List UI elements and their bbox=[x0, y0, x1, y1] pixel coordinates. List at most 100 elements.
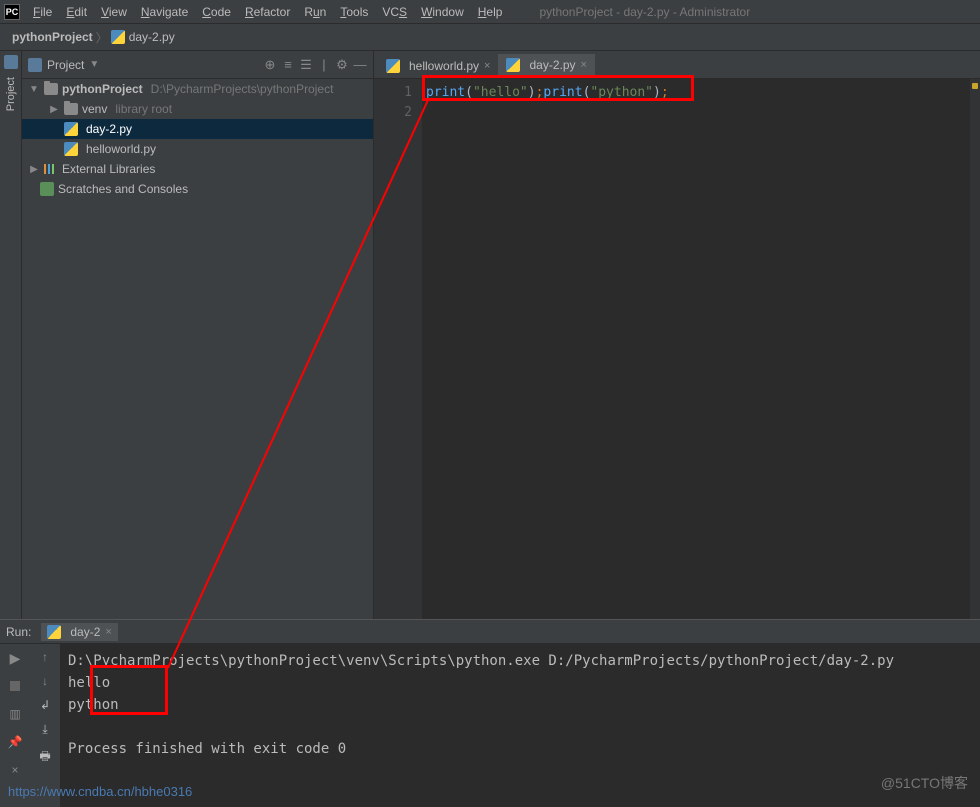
tree-scratches[interactable]: Scratches and Consoles bbox=[22, 179, 373, 199]
watermark-brand: @51CTO博客 bbox=[881, 773, 968, 793]
menu-tools[interactable]: Tools bbox=[333, 0, 375, 24]
line-number: 1 bbox=[374, 83, 422, 103]
pin-icon[interactable]: 📌 bbox=[7, 734, 23, 750]
app-icon: PC bbox=[4, 4, 20, 20]
menubar: PC File Edit View Navigate Code Refactor… bbox=[0, 0, 980, 24]
project-panel-title[interactable]: Project bbox=[47, 58, 84, 72]
editor-tab-label: day-2.py bbox=[529, 58, 575, 72]
close-icon[interactable]: × bbox=[105, 626, 111, 638]
scroll-to-end-icon[interactable]: ⤓ bbox=[42, 722, 47, 737]
console-line: python bbox=[68, 694, 972, 716]
project-tool-label: Project bbox=[5, 77, 17, 111]
folder-icon bbox=[44, 83, 58, 95]
run-toolbar-right: ↑ ↓ ↲ ⤓ 🖶 bbox=[30, 644, 60, 807]
code-line-1: print("hello");print("python"); bbox=[422, 83, 980, 103]
python-file-icon bbox=[47, 625, 61, 639]
tree-file-helloworld[interactable]: helloworld.py bbox=[22, 139, 373, 159]
settings-icon[interactable]: ⚙ bbox=[335, 58, 349, 72]
hide-icon[interactable]: — bbox=[353, 58, 367, 72]
tree-file-label: day-2.py bbox=[86, 122, 132, 136]
close-icon[interactable]: × bbox=[484, 60, 490, 72]
expand-arrow-icon[interactable]: ▶ bbox=[28, 164, 40, 175]
tree-root[interactable]: ▼ pythonProject D:\PycharmProjects\pytho… bbox=[22, 79, 373, 99]
line-number: 2 bbox=[374, 103, 422, 123]
stop-button[interactable] bbox=[7, 678, 23, 694]
marker-bar bbox=[970, 79, 980, 619]
menu-view[interactable]: View bbox=[94, 0, 134, 24]
close-icon[interactable]: × bbox=[581, 59, 587, 71]
divider-icon: | bbox=[317, 58, 331, 72]
scratches-icon bbox=[40, 182, 54, 196]
menu-vcs[interactable]: VCS bbox=[375, 0, 414, 24]
tree-external-libraries[interactable]: ▶ External Libraries bbox=[22, 159, 373, 179]
layout-icon[interactable]: ▥ bbox=[7, 706, 23, 722]
editor-tab-day2[interactable]: day-2.py × bbox=[498, 54, 594, 78]
close-icon[interactable]: × bbox=[7, 762, 23, 778]
navigation-bar: pythonProject 〉 day-2.py bbox=[0, 24, 980, 51]
run-tab-label: day-2 bbox=[70, 625, 100, 639]
python-file-icon bbox=[386, 59, 400, 73]
console-line: hello bbox=[68, 672, 972, 694]
editor-tab-label: helloworld.py bbox=[409, 59, 479, 73]
print-icon[interactable]: 🖶 bbox=[39, 747, 50, 768]
console-output[interactable]: D:\PycharmProjects\pythonProject\venv\Sc… bbox=[60, 644, 980, 807]
menu-help[interactable]: Help bbox=[471, 0, 510, 24]
editor-tab-helloworld[interactable]: helloworld.py × bbox=[378, 54, 498, 78]
menu-window[interactable]: Window bbox=[414, 0, 471, 24]
project-tool-tab[interactable]: Project bbox=[0, 51, 22, 619]
run-button[interactable]: ▶ bbox=[7, 650, 23, 666]
expand-arrow-icon[interactable]: ▼ bbox=[28, 84, 40, 95]
dropdown-icon[interactable]: ▼ bbox=[89, 59, 99, 70]
window-title: pythonProject - day-2.py - Administrator bbox=[539, 5, 750, 19]
warning-marker-icon[interactable] bbox=[972, 83, 978, 89]
console-exit: Process finished with exit code 0 bbox=[68, 738, 972, 760]
tree-extlib-label: External Libraries bbox=[62, 162, 155, 176]
menu-file[interactable]: File bbox=[26, 0, 59, 24]
folder-icon bbox=[64, 103, 78, 115]
run-toolbar-left: ▶ ▥ 📌 × bbox=[0, 644, 30, 807]
tree-file-day2[interactable]: day-2.py bbox=[22, 119, 373, 139]
python-file-icon bbox=[111, 30, 125, 44]
run-tab[interactable]: day-2 × bbox=[41, 623, 117, 641]
gutter: 1 2 bbox=[374, 79, 422, 619]
editor-tabs: helloworld.py × day-2.py × bbox=[374, 51, 980, 79]
collapse-all-icon[interactable]: ☰ bbox=[299, 58, 313, 72]
breadcrumb-file[interactable]: day-2.py bbox=[129, 30, 175, 44]
breadcrumb-root[interactable]: pythonProject bbox=[12, 30, 93, 44]
menu-navigate[interactable]: Navigate bbox=[134, 0, 195, 24]
console-command: D:\PycharmProjects\pythonProject\venv\Sc… bbox=[68, 650, 972, 672]
tree-file-label: helloworld.py bbox=[86, 142, 156, 156]
menu-edit[interactable]: Edit bbox=[59, 0, 94, 24]
tree-venv[interactable]: ▶ venv library root bbox=[22, 99, 373, 119]
menu-run[interactable]: Run bbox=[297, 0, 333, 24]
menu-code[interactable]: Code bbox=[195, 0, 238, 24]
run-panel-header: Run: day-2 × bbox=[0, 620, 980, 644]
project-tree: ▼ pythonProject D:\PycharmProjects\pytho… bbox=[22, 79, 373, 619]
tree-root-name: pythonProject bbox=[62, 82, 143, 96]
tree-root-path: D:\PycharmProjects\pythonProject bbox=[151, 82, 334, 96]
tree-venv-hint: library root bbox=[115, 102, 172, 116]
python-file-icon bbox=[64, 142, 78, 156]
run-label: Run: bbox=[6, 625, 31, 639]
tree-scratches-label: Scratches and Consoles bbox=[58, 182, 188, 196]
tree-venv-name: venv bbox=[82, 102, 107, 116]
menu-refactor[interactable]: Refactor bbox=[238, 0, 297, 24]
chevron-right-icon: 〉 bbox=[96, 29, 108, 46]
down-arrow-icon[interactable]: ↓ bbox=[42, 674, 48, 688]
watermark-url: https://www.cndba.cn/hbhe0316 bbox=[8, 784, 192, 799]
project-panel-header: Project ▼ ⊕ ≡ ☰ | ⚙ — bbox=[22, 51, 373, 79]
locate-icon[interactable]: ⊕ bbox=[263, 58, 277, 72]
expand-all-icon[interactable]: ≡ bbox=[281, 58, 295, 72]
run-panel: Run: day-2 × ▶ ▥ 📌 × ↑ ↓ ↲ ⤓ 🖶 D:\Pychar… bbox=[0, 619, 980, 807]
up-arrow-icon[interactable]: ↑ bbox=[42, 650, 48, 664]
code-area[interactable]: print("hello");print("python"); bbox=[422, 79, 980, 619]
expand-arrow-icon[interactable]: ▶ bbox=[48, 104, 60, 115]
project-header-icon bbox=[28, 58, 42, 72]
editor-body[interactable]: 1 2 print("hello");print("python"); bbox=[374, 79, 980, 619]
python-file-icon bbox=[64, 122, 78, 136]
python-file-icon bbox=[506, 58, 520, 72]
libraries-icon bbox=[44, 162, 58, 176]
project-tool-icon bbox=[4, 55, 18, 69]
editor-area: helloworld.py × day-2.py × 1 2 print("he… bbox=[374, 51, 980, 619]
soft-wrap-icon[interactable]: ↲ bbox=[40, 698, 50, 712]
